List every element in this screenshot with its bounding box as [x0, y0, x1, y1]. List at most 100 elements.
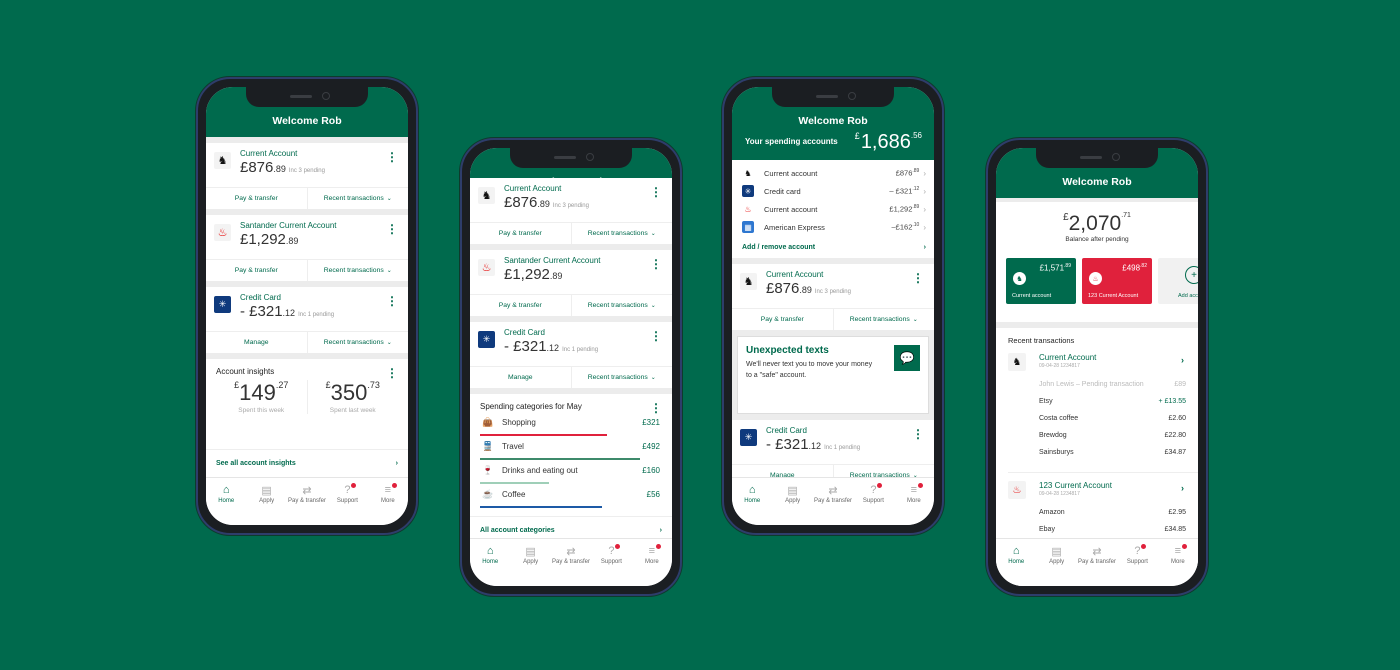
see-all-insights-link[interactable]: See all account insights ›	[206, 449, 408, 477]
account-name[interactable]: Current Account	[504, 184, 561, 193]
primary-action-button[interactable]: Pay & transfer	[732, 309, 833, 330]
recent-transactions-button[interactable]: Recent transactions ⌄	[570, 367, 673, 388]
notch	[510, 148, 632, 168]
nav-more[interactable]: ≡ More	[368, 483, 408, 525]
primary-action-button[interactable]: Manage	[470, 367, 571, 388]
account-name[interactable]: Credit Card	[766, 426, 807, 435]
account-name[interactable]: Credit Card	[240, 293, 281, 302]
kebab-menu-icon[interactable]: ⋮	[650, 186, 662, 198]
transaction-account-header[interactable]: ♨ 123 Current Account 09-04-28 1234817 ›	[1008, 481, 1186, 509]
transaction-row[interactable]: Sainsburys £34.87	[1008, 449, 1186, 466]
home-icon: ⌂	[1012, 545, 1020, 557]
spending-total: £1,686.56	[854, 131, 922, 153]
lloyds-horse-logo: ♞	[1008, 353, 1026, 371]
home-icon: ⌂	[222, 484, 230, 496]
nav-more[interactable]: ≡ More	[632, 544, 672, 586]
account-name[interactable]: Credit Card	[504, 328, 545, 337]
transaction-row[interactable]: John Lewis – Pending transaction £89	[1008, 381, 1186, 398]
add-remove-account-link[interactable]: Add / remove account ›	[742, 236, 926, 258]
nav-pay-transfer[interactable]: ⇄ Pay & transfer	[287, 484, 327, 525]
nav-apply[interactable]: ▤ Apply	[246, 484, 286, 525]
kebab-menu-icon[interactable]: ⋮	[912, 428, 924, 440]
recent-transactions-button[interactable]: Recent transactions ⌄	[306, 188, 409, 209]
kebab-menu-icon[interactable]: ⋮	[386, 367, 398, 379]
category-row[interactable]: 👜 Shopping £321	[480, 415, 662, 439]
balance-caption: Balance after pending	[1065, 236, 1129, 243]
account-card: ♞ Current Account £876.89 Inc 3 pending ⋮…	[470, 178, 672, 244]
nav-home[interactable]: ⌂ Home	[470, 545, 510, 586]
recent-transactions-button[interactable]: Recent transactions ⌄	[306, 260, 409, 281]
transaction-row[interactable]: Amazon £2.95	[1008, 509, 1186, 526]
kebab-menu-icon[interactable]: ⋮	[650, 330, 662, 342]
kebab-menu-icon[interactable]: ⋮	[650, 402, 662, 414]
nav-support[interactable]: ? Support	[853, 483, 893, 525]
kebab-menu-icon[interactable]: ⋮	[386, 151, 398, 163]
primary-action-button[interactable]: Pay & transfer	[206, 188, 307, 209]
account-balance: - £321.12 Inc 1 pending	[766, 436, 861, 453]
account-tile[interactable]: £498.82 ♨ 123 Current Account	[1082, 258, 1152, 304]
nav-apply[interactable]: ▤ Apply	[772, 484, 812, 525]
train-icon: 🚆	[482, 441, 494, 451]
unexpected-texts-alert[interactable]: Unexpected texts We'll never text you to…	[737, 336, 929, 414]
nav-apply[interactable]: ▤ Apply	[1036, 545, 1076, 586]
spending-account-row[interactable]: ♨ Current account £1,292.89 ›	[742, 200, 926, 218]
lloyds-horse-logo: ♞	[214, 152, 231, 169]
account-tile[interactable]: £1,571.89 ♞ Current account	[1006, 258, 1076, 304]
account-name[interactable]: Current Account	[240, 149, 297, 158]
santander-flame-logo: ♨	[214, 224, 231, 241]
bottom-nav: ⌂ Home ▤ Apply ⇄ Pay & transfer ? Suppor…	[732, 477, 934, 525]
more-menu-icon: ≡	[648, 545, 656, 557]
category-amount: £321	[642, 418, 660, 427]
kebab-menu-icon[interactable]: ⋮	[650, 258, 662, 270]
account-balance: - £321.12 Inc 1 pending	[240, 303, 335, 320]
nav-more[interactable]: ≡ More	[1158, 544, 1198, 586]
category-amount: £56	[646, 490, 660, 499]
recent-transactions-button[interactable]: Recent transactions ⌄	[570, 223, 673, 244]
recent-transactions-button[interactable]: Recent transactions ⌄	[306, 332, 409, 353]
transaction-row[interactable]: Costa coffee £2.60	[1008, 415, 1186, 432]
account-name[interactable]: Santander Current Account	[504, 256, 601, 265]
phone-3-screen: Welcome Rob Your spending accounts £1,68…	[732, 87, 934, 525]
spending-account-row[interactable]: ▦ American Express –£162.10 ›	[742, 218, 926, 236]
nav-home[interactable]: ⌂ Home	[732, 484, 772, 525]
kebab-menu-icon[interactable]: ⋮	[912, 272, 924, 284]
category-row[interactable]: 🚆 Travel £492	[480, 439, 662, 463]
nav-pay-transfer[interactable]: ⇄ Pay & transfer	[551, 545, 591, 586]
transaction-row[interactable]: Brewdog £22.80	[1008, 432, 1186, 449]
transaction-row[interactable]: Etsy + £13.55	[1008, 398, 1186, 415]
category-row[interactable]: 🍷 Drinks and eating out £160	[480, 463, 662, 487]
recent-transactions-button[interactable]: Recent transactions ⌄	[832, 309, 935, 330]
bottom-nav: ⌂ Home ▤ Apply ⇄ Pay & transfer ? Suppor…	[996, 538, 1198, 586]
transaction-account-header[interactable]: ♞ Current Account 09-04-28 1234817 ›	[1008, 353, 1186, 381]
nav-home[interactable]: ⌂ Home	[996, 545, 1036, 586]
spending-account-row[interactable]: ♞ Current account £876.89 ›	[742, 164, 926, 182]
category-name: Drinks and eating out	[502, 466, 578, 475]
nav-support[interactable]: ? Support	[1117, 544, 1157, 586]
kebab-menu-icon[interactable]: ⋮	[386, 223, 398, 235]
kebab-menu-icon[interactable]: ⋮	[386, 295, 398, 307]
add-account-tile[interactable]: + Add account	[1158, 258, 1198, 304]
primary-action-button[interactable]: Manage	[206, 332, 307, 353]
category-row[interactable]: ☕ Coffee £56	[480, 487, 662, 511]
account-name[interactable]: Current Account	[766, 270, 823, 279]
nav-more[interactable]: ≡ More	[894, 483, 934, 525]
nav-home[interactable]: ⌂ Home	[206, 484, 246, 525]
primary-action-button[interactable]: Pay & transfer	[206, 260, 307, 281]
mbna-card-logo: ✳	[478, 331, 495, 348]
spending-account-row[interactable]: ✳ Credit card – £321.12 ›	[742, 182, 926, 200]
chevron-down-icon: ⌄	[386, 196, 392, 202]
nav-apply[interactable]: ▤ Apply	[510, 545, 550, 586]
mbna-card-logo: ✳	[214, 296, 231, 313]
shopping-bag-icon: 👜	[482, 417, 494, 427]
primary-action-button[interactable]: Pay & transfer	[470, 295, 571, 316]
account-name[interactable]: Santander Current Account	[240, 221, 337, 230]
nav-pay-transfer[interactable]: ⇄ Pay & transfer	[1077, 545, 1117, 586]
nav-support[interactable]: ? Support	[591, 544, 631, 586]
notch	[1036, 148, 1158, 168]
santander-flame-logo: ♨	[478, 259, 495, 276]
nav-support[interactable]: ? Support	[327, 483, 367, 525]
nav-pay-transfer[interactable]: ⇄ Pay & transfer	[813, 484, 853, 525]
primary-action-button[interactable]: Pay & transfer	[470, 223, 571, 244]
recent-transactions-button[interactable]: Recent transactions ⌄	[570, 295, 673, 316]
lloyds-horse-logo: ♞	[742, 167, 754, 179]
